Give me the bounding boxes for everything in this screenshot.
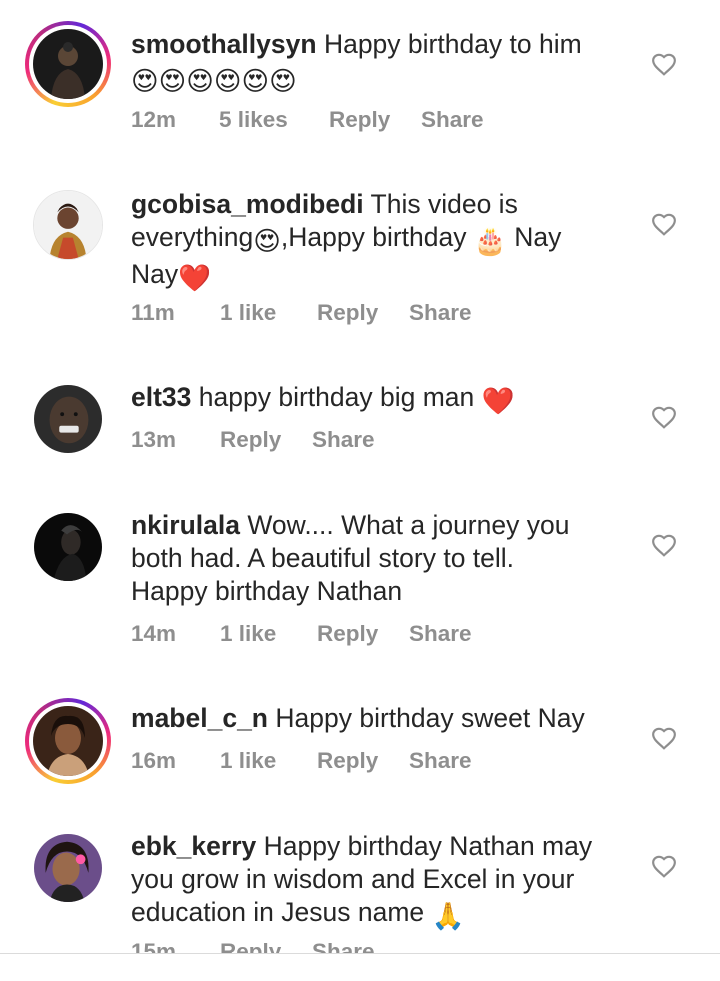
comment-body: education in Jesus name	[131, 897, 432, 927]
avatar	[34, 513, 102, 581]
comment-timestamp: 14m	[131, 621, 177, 646]
comment-likes[interactable]: 1 like	[220, 621, 317, 647]
avatar	[33, 29, 103, 99]
comment-body: This video is	[370, 189, 518, 219]
avatar-frame[interactable]	[33, 384, 103, 454]
comment-text: nkirulala Wow.... What a journey you bot…	[131, 509, 611, 608]
comment-text: smoothallysyn Happy birthday to him 😍😍😍😍…	[131, 28, 611, 98]
comment-meta: 14m 1 like Reply Share	[131, 621, 472, 647]
share-button[interactable]: Share	[312, 427, 375, 453]
heart-outline-icon[interactable]	[651, 212, 677, 236]
avatar	[34, 385, 102, 453]
comment-body: everything	[131, 222, 254, 252]
avatar	[34, 834, 102, 902]
comment-username[interactable]: nkirulala	[131, 510, 240, 540]
red-heart-emoji: ❤️	[481, 386, 515, 416]
share-button[interactable]: Share	[409, 300, 472, 326]
comment-timestamp: 16m	[131, 748, 177, 773]
comment-timestamp: 15m	[131, 939, 177, 953]
reply-button[interactable]: Reply	[220, 936, 312, 953]
comment-timestamp: 12m	[131, 107, 177, 132]
comment-meta: 12m 5 likes Reply Share	[131, 107, 484, 133]
heart-eyes-emoji: 😍😍😍😍😍😍	[131, 66, 297, 96]
comment-likes[interactable]: 1 like	[220, 300, 317, 326]
share-button[interactable]: Share	[409, 748, 472, 774]
comment-body: Happy birthday Nathan may	[263, 831, 593, 861]
heart-outline-icon[interactable]	[651, 52, 677, 76]
reply-button[interactable]: Reply	[329, 107, 421, 133]
avatar	[33, 706, 103, 776]
comment-body: Nay	[506, 222, 562, 252]
share-button[interactable]: Share	[312, 939, 375, 953]
comment-body: Happy birthday sweet Nay	[275, 703, 585, 733]
comment-timestamp: 13m	[131, 427, 177, 452]
heart-outline-icon[interactable]	[651, 533, 677, 557]
heart-outline-icon[interactable]	[651, 726, 677, 750]
comment-username[interactable]: gcobisa_modibedi	[131, 189, 364, 219]
reply-button[interactable]: Reply	[317, 621, 409, 647]
heart-eyes-emoji: 😍	[253, 226, 281, 256]
heart-outline-icon[interactable]	[651, 405, 677, 429]
folded-hands-emoji: 🙏	[431, 901, 465, 931]
avatar-story-ring[interactable]	[25, 21, 111, 107]
comment-username[interactable]: elt33	[131, 382, 191, 412]
comment-body: Happy birthday Nathan	[131, 576, 403, 606]
comment-body: Happy birthday to him	[323, 29, 582, 59]
heart-outline-icon[interactable]	[651, 854, 677, 878]
comment-likes[interactable]: 1 like	[220, 748, 317, 774]
share-button[interactable]: Share	[409, 621, 472, 647]
comment-text: ebk_kerry Happy birthday Nathan may you …	[131, 830, 611, 933]
comment-body: you grow in wisdom and Excel in your	[131, 864, 575, 894]
comment-timestamp: 11m	[131, 300, 175, 325]
avatar-frame[interactable]	[33, 833, 103, 903]
comment-meta: 13m Reply Share	[131, 427, 375, 453]
comment-username[interactable]: mabel_c_n	[131, 703, 268, 733]
comment-body: Wow.... What a journey you	[247, 510, 570, 540]
comment-composer-bar	[0, 954, 720, 981]
avatar-frame[interactable]	[33, 512, 103, 582]
birthday-cake-emoji: 🎂	[473, 226, 507, 256]
comment-likes[interactable]: 5 likes	[219, 107, 329, 133]
comment-text: mabel_c_n Happy birthday sweet Nay	[131, 702, 611, 735]
reply-button[interactable]: Reply	[220, 427, 312, 453]
comment-text: gcobisa_modibedi This video is everythin…	[131, 188, 611, 295]
comment-username[interactable]: smoothallysyn	[131, 29, 317, 59]
comment-text: elt33 happy birthday big man ❤️	[131, 381, 611, 418]
avatar	[34, 191, 102, 259]
comment-body: happy birthday big man	[198, 382, 482, 412]
comment-body: both had. A beautiful story to tell.	[131, 543, 515, 573]
share-button[interactable]: Share	[421, 107, 484, 133]
comment-meta: 15m Reply Share	[131, 936, 375, 953]
comment-body: Nay	[131, 259, 179, 289]
comment-meta: 11m 1 like Reply Share	[131, 300, 472, 326]
reply-button[interactable]: Reply	[317, 748, 409, 774]
red-heart-emoji: ❤️	[178, 263, 212, 293]
avatar-story-ring[interactable]	[25, 698, 111, 784]
comment-meta: 16m 1 like Reply Share	[131, 748, 472, 774]
comment-username[interactable]: ebk_kerry	[131, 831, 256, 861]
avatar-frame[interactable]	[33, 190, 103, 260]
reply-button[interactable]: Reply	[317, 300, 409, 326]
comment-body: ,Happy birthday	[280, 222, 474, 252]
